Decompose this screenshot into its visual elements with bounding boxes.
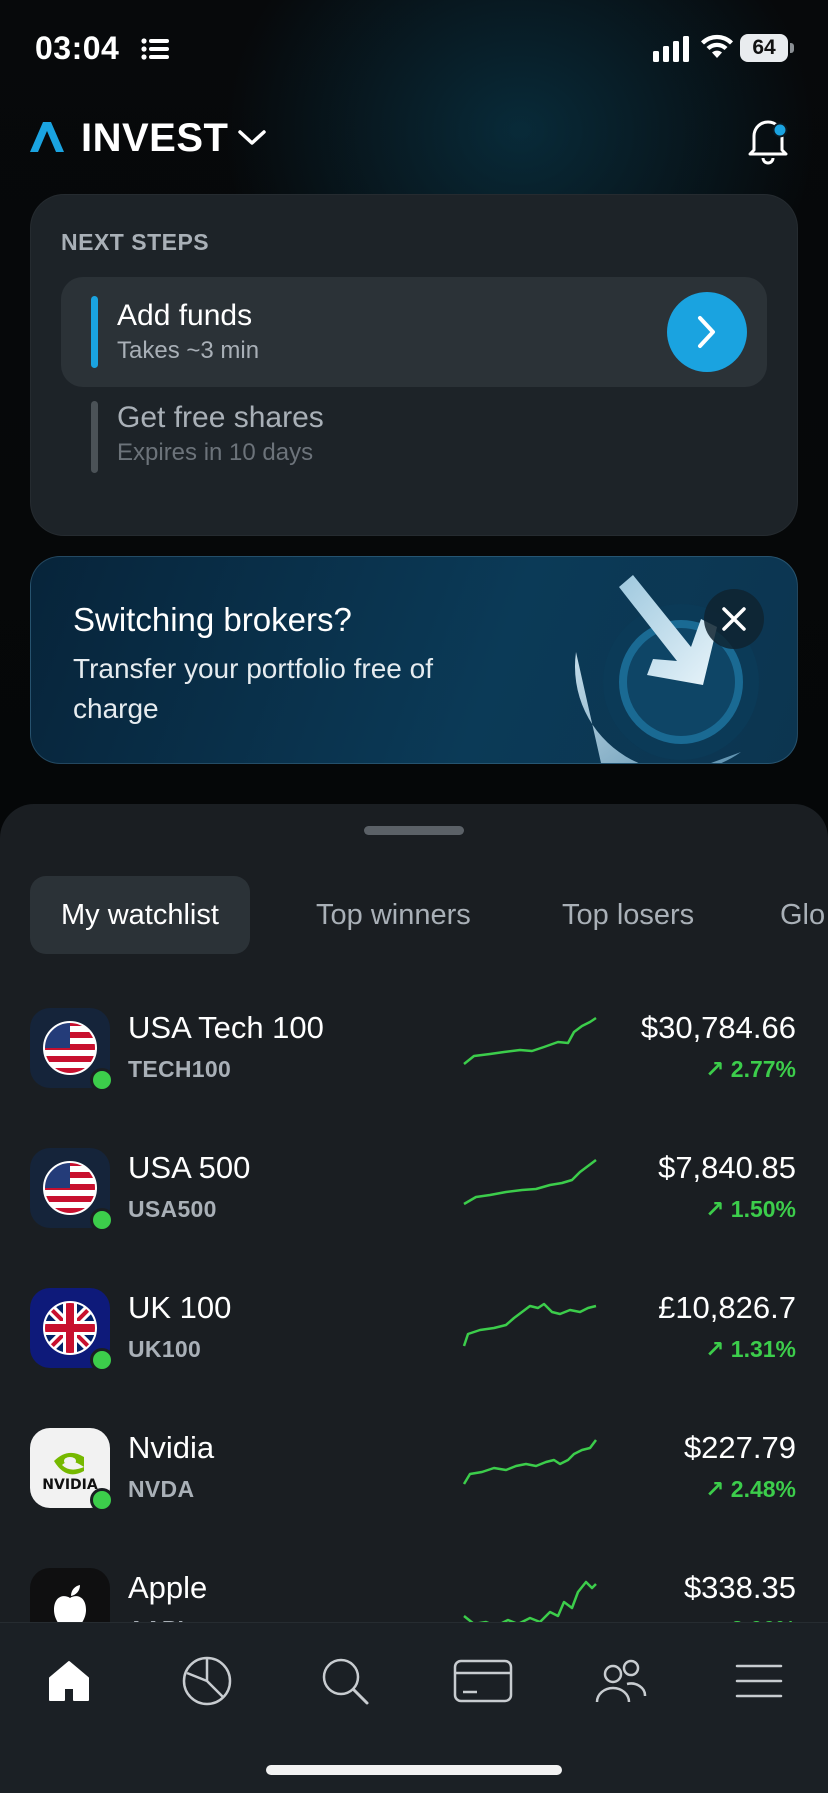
switching-brokers-banner[interactable]: Switching brokers? Transfer your portfol… (30, 556, 798, 764)
svg-text:NVIDIA: NVIDIA (42, 1477, 98, 1493)
chevron-down-icon[interactable] (237, 128, 267, 148)
asset-change: ↗ 2.48% (705, 1476, 796, 1502)
list-icon (141, 38, 169, 60)
battery-icon: 64 (740, 34, 788, 62)
market-open-indicator (90, 1068, 114, 1092)
status-bar: 03:04 64 (0, 0, 828, 100)
tab-global[interactable]: Glo (780, 876, 825, 954)
cellular-signal-icon (653, 36, 689, 62)
watchlist-row[interactable]: UK 100 UK100 £10,826.7 ↗ 1.31% (30, 1284, 796, 1384)
notifications-bell-icon[interactable] (744, 112, 792, 166)
status-time: 03:04 (35, 30, 120, 66)
sheet-drag-handle[interactable] (364, 826, 464, 835)
asset-ticker: UK100 (128, 1336, 202, 1362)
brand-logo-icon (30, 122, 64, 152)
nav-card[interactable] (453, 1651, 513, 1711)
watchlist-row[interactable]: NVIDIA Nvidia NVDA $227.79 ↗ 2.48% (30, 1424, 796, 1524)
nav-people[interactable] (591, 1651, 651, 1711)
step-indicator-inactive (91, 401, 98, 473)
step-title: Add funds (117, 299, 253, 332)
tab-my-watchlist[interactable]: My watchlist (30, 876, 250, 954)
asset-price: £10,826.7 (658, 1290, 796, 1325)
next-steps-heading: NEXT STEPS (61, 229, 210, 255)
asset-change: ↗ 1.50% (705, 1196, 796, 1222)
asset-ticker: NVDA (128, 1476, 195, 1502)
step-add-funds[interactable]: Add funds Takes ~3 min (61, 277, 767, 387)
nav-home[interactable] (39, 1651, 99, 1711)
watchlist-row[interactable]: USA Tech 100 TECH100 $30,784.66 ↗ 2.77% (30, 1004, 796, 1104)
sparkline-chart (463, 1016, 597, 1065)
asset-ticker: USA500 (128, 1196, 217, 1222)
close-icon (722, 607, 746, 631)
wifi-icon (701, 34, 733, 58)
portfolio-icon (182, 1656, 232, 1706)
change-value: 2.77% (730, 1056, 796, 1082)
asset-price: $7,840.85 (658, 1150, 796, 1185)
people-icon (595, 1659, 647, 1703)
close-banner-button[interactable] (704, 589, 764, 649)
market-open-indicator (90, 1488, 114, 1512)
account-selector-title[interactable]: INVEST (81, 116, 228, 161)
asset-name: USA Tech 100 (128, 1010, 324, 1045)
asset-name: USA 500 (128, 1150, 251, 1185)
battery-tip (790, 43, 794, 53)
step-get-free-shares[interactable]: Get free shares Expires in 10 days (61, 401, 767, 501)
change-value: 2.48% (730, 1476, 796, 1502)
asset-price: $30,784.66 (640, 1010, 796, 1045)
asset-name: Nvidia (128, 1430, 215, 1465)
nav-menu[interactable] (729, 1651, 789, 1711)
asset-price: $227.79 (683, 1430, 796, 1465)
asset-name: UK 100 (128, 1290, 232, 1325)
nav-portfolio[interactable] (177, 1651, 237, 1711)
market-open-indicator (90, 1208, 114, 1232)
asset-price: $338.35 (683, 1570, 796, 1605)
promo-title: Switching brokers? (73, 601, 352, 638)
tab-top-winners[interactable]: Top winners (316, 876, 471, 954)
promo-subtitle: Transfer your portfolio free of charge (73, 653, 434, 724)
step-indicator-active (91, 296, 98, 368)
step-title: Get free shares (117, 401, 324, 434)
step-subtitle: Expires in 10 days (117, 439, 314, 466)
card-icon (453, 1659, 513, 1703)
change-value: 1.50% (730, 1196, 796, 1222)
sparkline-chart (462, 1439, 597, 1485)
sparkline-chart (463, 1159, 597, 1206)
transfer-illustration-icon (575, 575, 759, 763)
market-open-indicator (90, 1348, 114, 1372)
asset-change: ↗ 1.31% (705, 1336, 796, 1362)
chevron-right-icon (698, 316, 715, 348)
add-funds-arrow-button[interactable] (667, 292, 747, 372)
asset-change: ↗ 2.77% (705, 1056, 796, 1082)
asset-name: Apple (128, 1570, 208, 1605)
sparkline-chart (462, 1302, 597, 1347)
home-indicator[interactable] (266, 1765, 562, 1775)
change-value: 1.31% (730, 1336, 796, 1362)
nav-search[interactable] (315, 1651, 375, 1711)
home-icon (49, 1661, 89, 1701)
watchlist-row[interactable]: USA 500 USA500 $7,840.85 ↗ 1.50% (30, 1144, 796, 1244)
step-subtitle: Takes ~3 min (117, 337, 260, 364)
search-icon (322, 1658, 369, 1705)
asset-ticker: TECH100 (128, 1056, 232, 1082)
watchlist-tabs: My watchlist Top winners Top losers Glo (30, 876, 828, 956)
menu-icon (735, 1664, 783, 1698)
next-steps-card: NEXT STEPS Add funds Takes ~3 min Get fr… (30, 194, 798, 536)
tab-top-losers[interactable]: Top losers (562, 876, 694, 954)
